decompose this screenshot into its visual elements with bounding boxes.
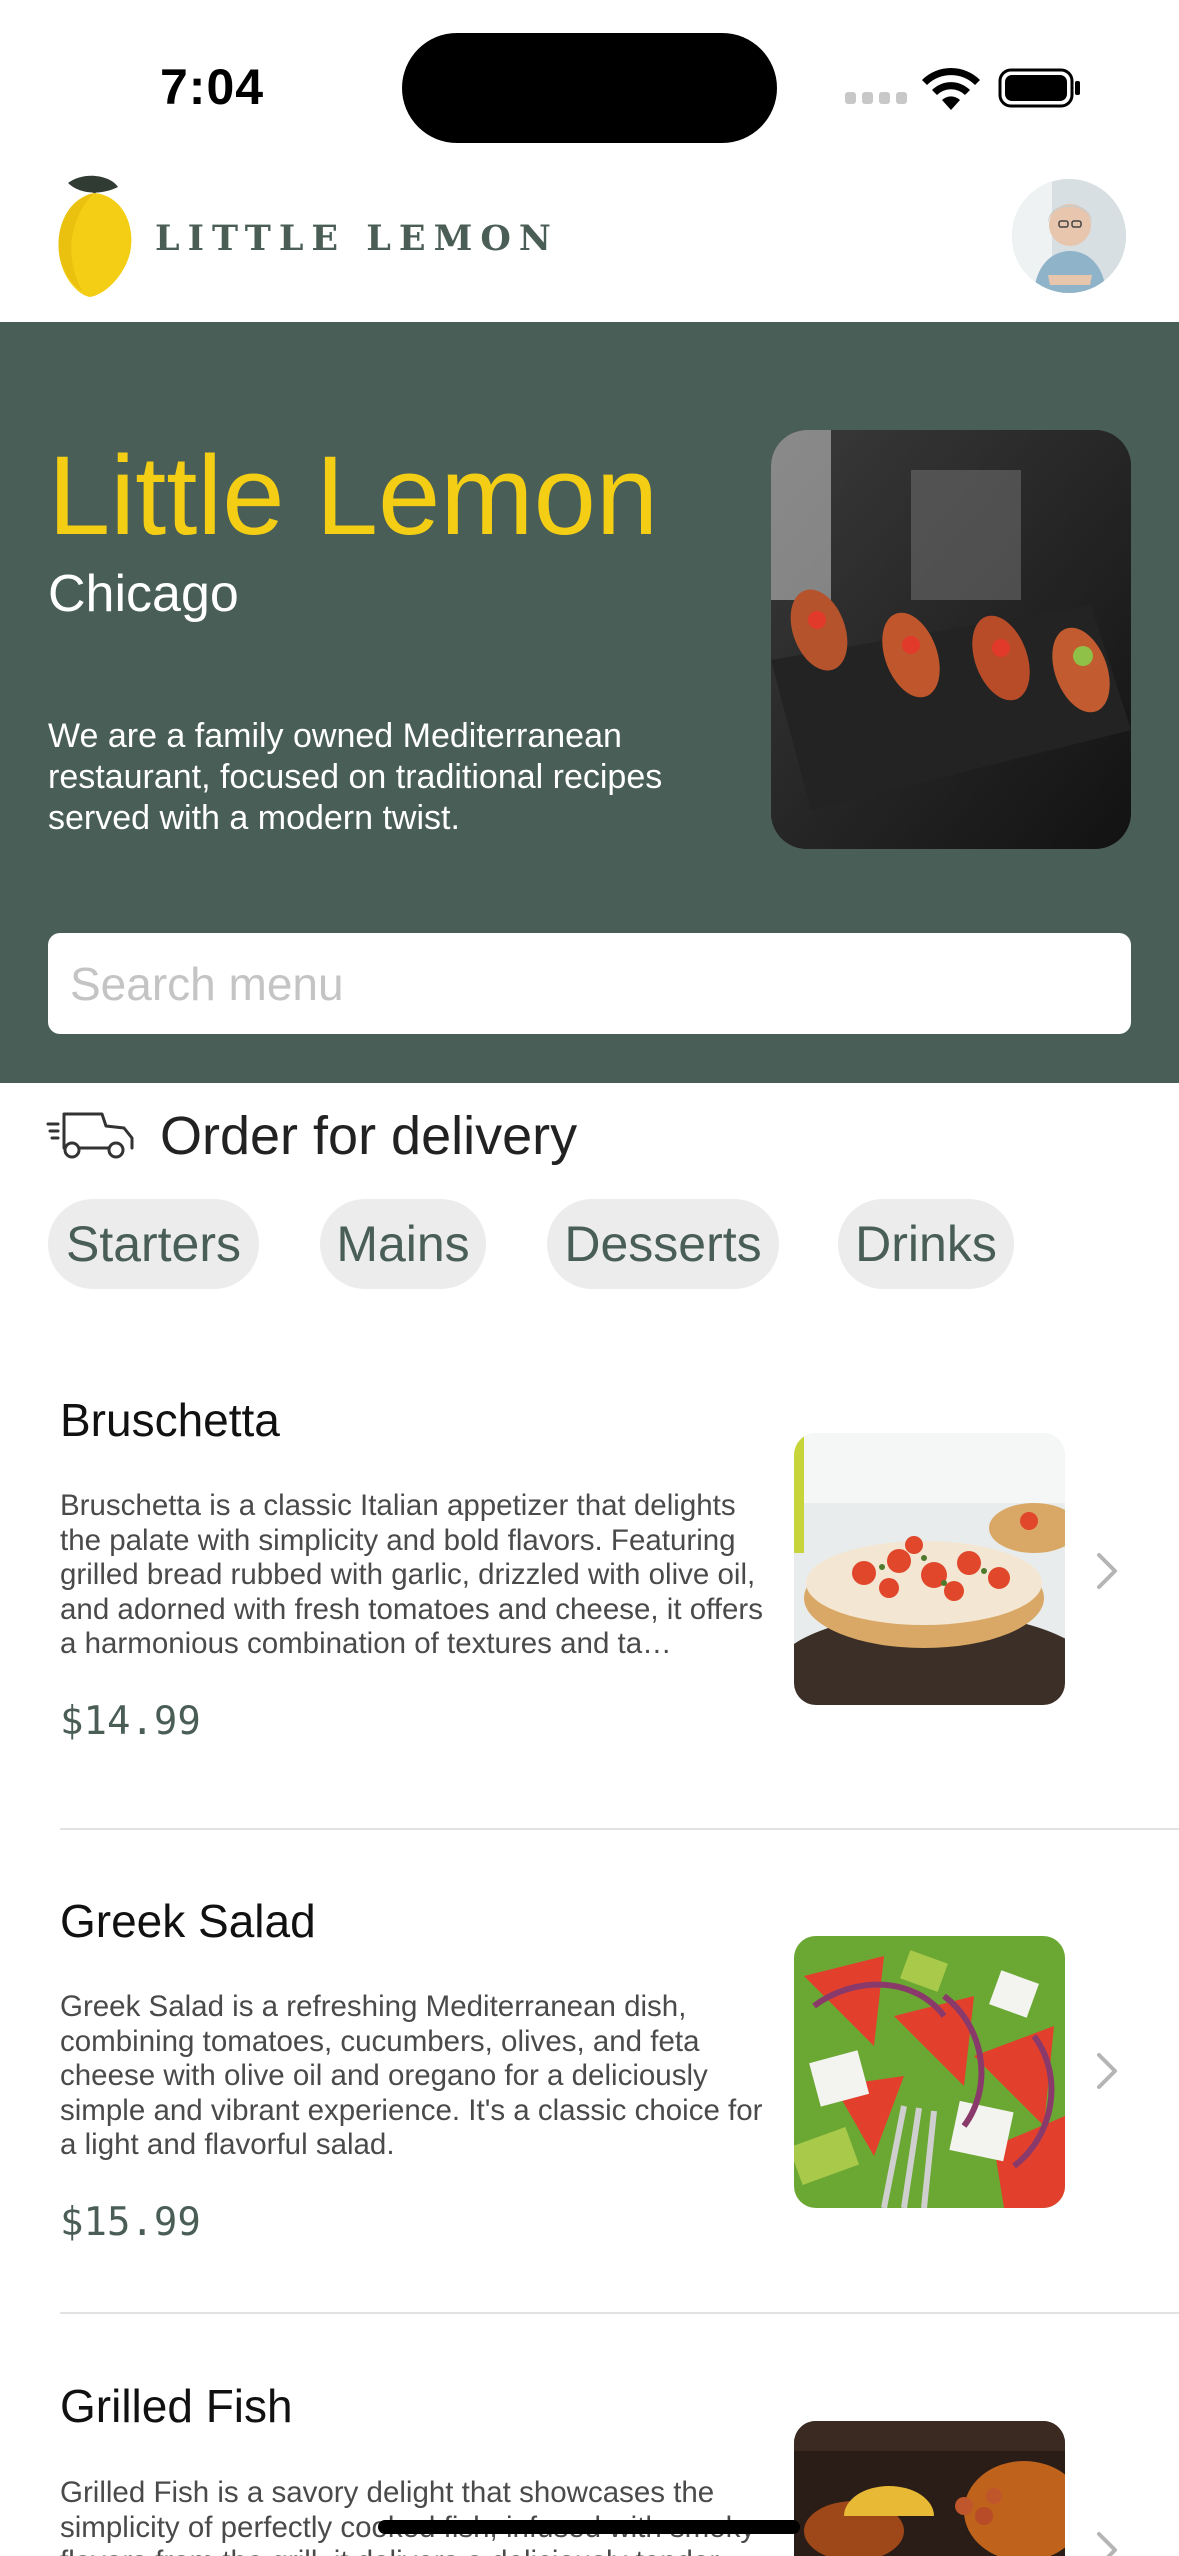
menu-item-image-bruschetta — [794, 1433, 1065, 1705]
profile-avatar[interactable] — [1012, 179, 1126, 293]
dynamic-island — [402, 33, 777, 143]
hero-image — [771, 430, 1131, 849]
hero-description: We are a family owned Mediterranean rest… — [48, 717, 663, 837]
lemon-icon — [58, 175, 132, 297]
home-indicator[interactable] — [378, 2520, 800, 2534]
menu-item-image-greek-salad — [794, 1936, 1065, 2208]
chevron-right-icon — [1097, 2532, 1117, 2556]
chevron-right-icon — [1097, 2053, 1117, 2089]
hero-city: Chicago — [48, 565, 239, 623]
status-time: 7:04 — [160, 59, 265, 115]
battery-icon — [998, 68, 1080, 108]
menu-item-description: Grilled Fish is a savory delight that sh… — [60, 2476, 755, 2556]
menu-item-description: Greek Salad is a refreshing Mediterranea… — [60, 1990, 763, 2161]
menu-item-price: $15.99 — [60, 2200, 201, 2245]
status-bar: 7:04 — [0, 0, 1179, 160]
menu-item-name: Greek Salad — [60, 1895, 316, 1947]
chevron-right-icon — [1097, 1553, 1117, 1589]
logo-text: LITTLE LEMON — [155, 218, 559, 259]
menu-item-description: Bruschetta is a classic Italian appetize… — [60, 1489, 763, 1660]
hero-title: Little Lemon — [48, 433, 659, 558]
menu-item-name: Bruschetta — [60, 1394, 280, 1446]
menu-item-name: Grilled Fish — [60, 2380, 293, 2432]
menu-item-image-grilled-fish — [794, 2421, 1065, 2556]
cellular-signal-icon — [845, 92, 907, 108]
category-mains-button[interactable]: Mains — [320, 1199, 486, 1289]
menu-divider — [60, 2312, 1179, 2314]
wifi-icon — [922, 67, 980, 110]
delivery-title: Order for delivery — [160, 1106, 578, 1166]
menu-item-price: $14.99 — [60, 1699, 201, 1744]
category-desserts-button[interactable]: Desserts — [547, 1199, 779, 1289]
menu-divider — [60, 1828, 1179, 1830]
category-starters-button[interactable]: Starters — [48, 1199, 259, 1289]
delivery-truck-icon — [46, 1112, 134, 1159]
category-drinks-button[interactable]: Drinks — [838, 1199, 1014, 1289]
search-input[interactable] — [48, 933, 1131, 1034]
